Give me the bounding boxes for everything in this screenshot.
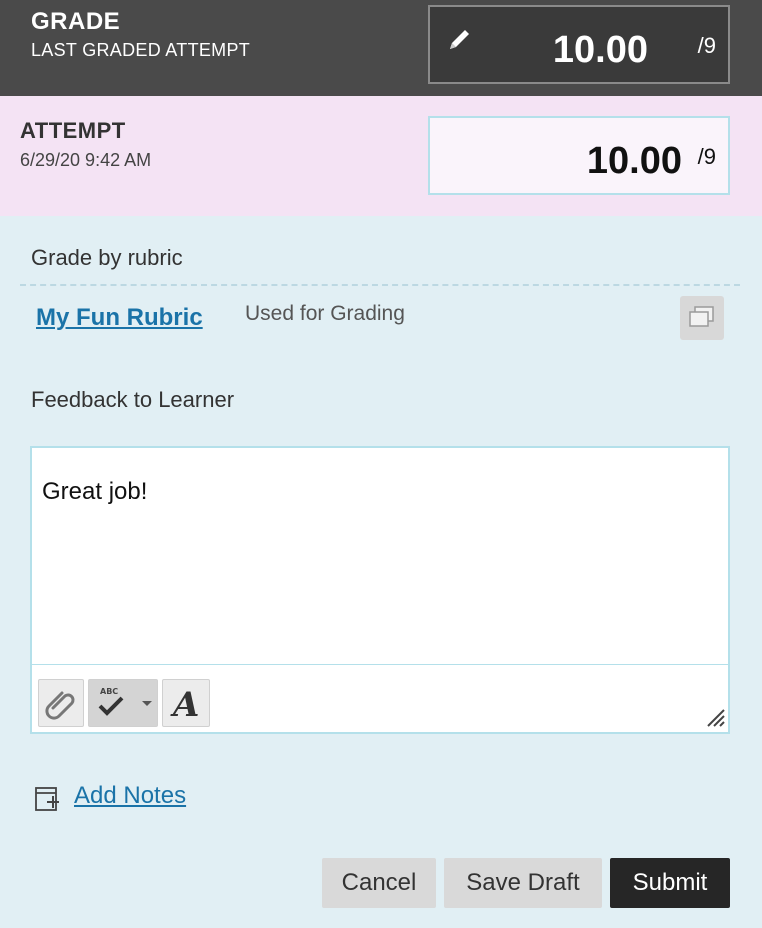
attempt-grade-max: /9 <box>697 144 716 169</box>
spellcheck-icon: ABC <box>98 687 124 716</box>
overall-grade-value: 10.00 <box>552 29 648 71</box>
grade-by-rubric-label: Grade by rubric <box>31 245 183 270</box>
spellcheck-button[interactable]: ABC <box>88 679 158 727</box>
editor-toolbar: ABC A <box>32 664 728 732</box>
expand-window-icon <box>689 306 714 327</box>
attempt-grade-value: 10.00 <box>586 140 682 182</box>
font-format-icon: A <box>170 685 199 725</box>
attempt-title: ATTEMPT <box>20 118 126 143</box>
text-format-button[interactable]: A <box>162 679 210 727</box>
feedback-text[interactable]: Great job! <box>42 478 147 506</box>
divider <box>20 284 740 286</box>
attempt-datetime: 6/29/20 9:42 AM <box>20 150 152 170</box>
attempt-section: ATTEMPT 6/29/20 9:42 AM 10.00 /9 <box>0 96 762 216</box>
resize-handle-icon[interactable] <box>702 704 726 728</box>
pencil-icon[interactable] <box>446 25 474 53</box>
feedback-label: Feedback to Learner <box>31 387 235 412</box>
overall-grade-max: /9 <box>697 33 716 58</box>
svg-text:A: A <box>170 685 199 725</box>
submit-button[interactable]: Submit <box>610 858 730 908</box>
dropdown-caret-icon[interactable] <box>139 680 155 726</box>
attempt-grade-input[interactable]: 10.00 /9 <box>428 116 730 195</box>
grade-title: GRADE <box>31 8 121 35</box>
grade-header: GRADE LAST GRADED ATTEMPT 10.00 /9 <box>0 0 762 96</box>
save-draft-button[interactable]: Save Draft <box>444 858 602 908</box>
svg-text:ABC: ABC <box>100 687 118 696</box>
feedback-editor[interactable]: Great job! ABC A <box>30 446 730 734</box>
expand-rubric-button[interactable] <box>680 296 724 340</box>
attachment-icon <box>45 691 75 720</box>
rubric-link[interactable]: My Fun Rubric <box>36 304 203 332</box>
cancel-button[interactable]: Cancel <box>322 858 436 908</box>
grade-subtitle: LAST GRADED ATTEMPT <box>31 40 251 60</box>
attach-file-button[interactable] <box>38 679 84 727</box>
rubric-status: Used for Grading <box>245 302 405 325</box>
add-note-icon <box>35 787 59 811</box>
add-notes-link[interactable]: Add Notes <box>74 782 186 810</box>
overall-grade-box[interactable]: 10.00 /9 <box>428 5 730 84</box>
